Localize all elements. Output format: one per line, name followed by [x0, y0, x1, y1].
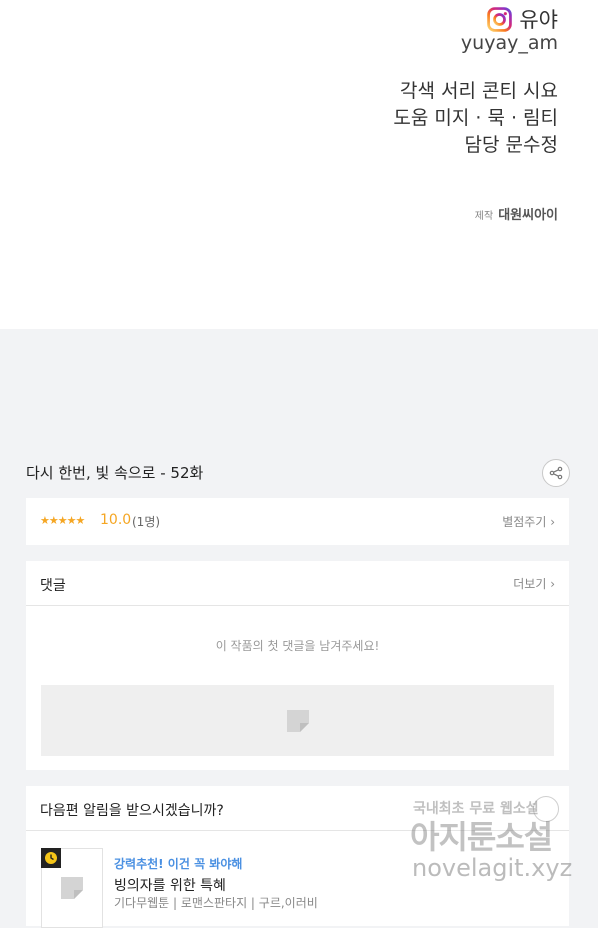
- producer-label: 제작: [474, 211, 494, 222]
- credit-line-assistants: 도움 미지 · 묵 · 림티: [393, 107, 558, 129]
- comment-card: 댓글 더보기 › 이 작품의 첫 댓글을 남겨주세요!: [26, 561, 569, 770]
- rating-score: 10.0: [100, 512, 132, 528]
- watermark: 국내최초 무료 웹소설 아지툰소설 novelagit.xyz: [410, 798, 580, 898]
- comment-header: 댓글 더보기 ›: [26, 561, 569, 606]
- recommend-genre: 기다무웹툰 | 로맨스판타지 | 구르,이러비: [114, 896, 318, 910]
- share-button[interactable]: [542, 459, 570, 487]
- comment-title: 댓글: [40, 578, 66, 594]
- rating-count: (1명): [132, 515, 161, 529]
- notify-title: 다음편 알림을 받으시겠습니까?: [40, 803, 224, 819]
- rating-stars: ★★★★★: [40, 514, 85, 527]
- credits-section: 유야 yuyay_am 각색 서리 콘티 시요 도움 미지 · 묵 · 림티 담…: [0, 0, 598, 329]
- episode-title: 다시 한번, 빛 속으로 - 52화: [26, 464, 204, 482]
- watermark-line-2: 아지툰소설: [410, 818, 553, 856]
- rate-button[interactable]: 별점주기 ›: [502, 513, 555, 530]
- comment-input-box[interactable]: [41, 685, 554, 756]
- credit-lines: 각색 서리 콘티 시요 도움 미지 · 묵 · 림티 담당 문수정: [393, 78, 558, 159]
- clock-icon: [45, 852, 57, 864]
- recommend-title[interactable]: 빙의자를 위한 특혜: [114, 875, 226, 895]
- recommend-tag: 강력추천! 이건 꼭 봐야해: [114, 857, 243, 871]
- author-name: 유야: [519, 8, 558, 32]
- share-icon: [549, 466, 563, 480]
- credit-line-editor: 담당 문수정: [464, 134, 558, 156]
- author-line: 유야: [487, 4, 558, 34]
- watermark-line-3: novelagit.xyz: [412, 854, 573, 882]
- producer-name: 대원씨아이: [498, 208, 558, 223]
- placeholder-image-icon: [61, 877, 83, 899]
- placeholder-image-icon: [286, 709, 309, 732]
- producer-credit: 제작 대원씨아이: [475, 204, 558, 223]
- credit-line-adaptation: 각색 서리 콘티 시요: [400, 80, 558, 102]
- comment-more-button[interactable]: 더보기 ›: [513, 575, 555, 592]
- rating-card: ★★★★★ 10.0 (1명) 별점주기 ›: [26, 498, 569, 545]
- instagram-icon[interactable]: [487, 6, 513, 32]
- wait-free-badge: [41, 848, 61, 868]
- author-handle: yuyay_am: [460, 32, 558, 54]
- comment-empty-message: 이 작품의 첫 댓글을 남겨주세요!: [215, 639, 380, 653]
